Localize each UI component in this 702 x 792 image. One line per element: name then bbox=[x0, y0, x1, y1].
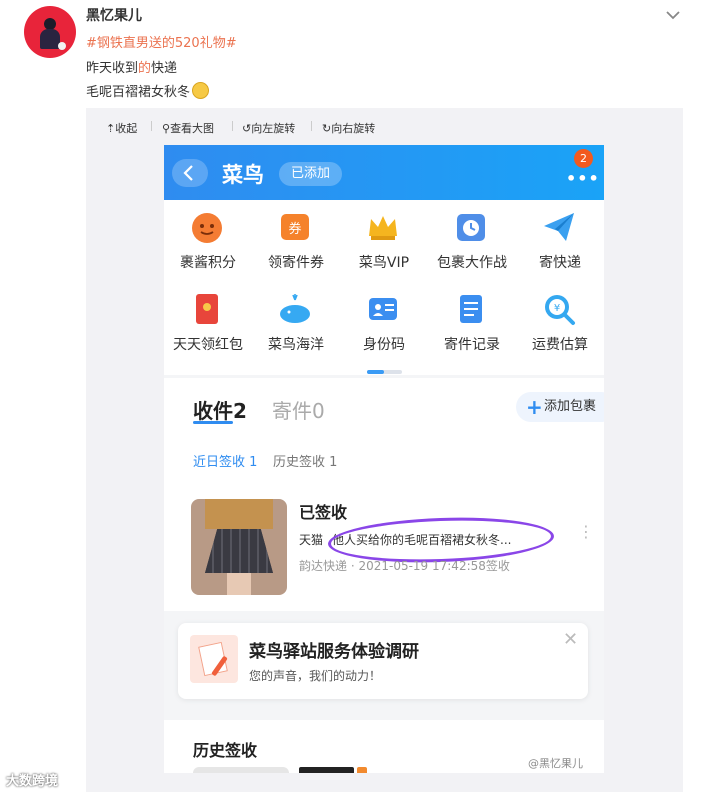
feature-label: 天天领红包 bbox=[173, 337, 243, 353]
collapse-button[interactable]: ⇡收起 bbox=[106, 120, 137, 136]
weibo-post: 黑忆果儿 #钢铁直男送的520礼物# 昨天收到的快递 毛呢百褶裙女秋冬 ⇡收起 … bbox=[0, 0, 702, 792]
post-text-line: 昨天收到的快递 bbox=[86, 57, 177, 76]
view-large-label: 查看大图 bbox=[170, 122, 215, 135]
feature-label: 领寄件券 bbox=[268, 255, 324, 271]
smiley-orange-icon bbox=[190, 210, 224, 244]
rotate-left-label: 向左旋转 bbox=[251, 122, 296, 135]
survey-subtitle: 您的声音，我们的动力！ bbox=[249, 669, 382, 683]
survey-title: 菜鸟驿站服务体验调研 bbox=[249, 642, 419, 662]
magnifier-icon: ⚲ bbox=[162, 122, 171, 135]
package-tabs: 收件2 寄件0 + 添加包裹 近日签收 1 历史签收 1 bbox=[164, 378, 604, 473]
image-toolbar: ⇡收起 ⚲查看大图 ↺向左旋转 ↻向右旋转 bbox=[86, 108, 683, 144]
added-badge[interactable]: 已添加 bbox=[279, 162, 342, 186]
avatar-ball bbox=[58, 42, 66, 50]
chevron-left-icon bbox=[183, 165, 193, 181]
tab-active-underline bbox=[193, 421, 233, 424]
toolbar-divider bbox=[311, 121, 312, 131]
add-package-button[interactable]: + 添加包裹 bbox=[516, 392, 604, 422]
svg-text:¥: ¥ bbox=[554, 303, 560, 314]
kebab-menu-icon[interactable]: ⋮ bbox=[578, 524, 594, 540]
feature-label: 运费估算 bbox=[532, 337, 588, 353]
feature-label: 寄快递 bbox=[539, 255, 581, 271]
package-carrier: 韵达快递 · 2021-05-19 17:42:58签收 bbox=[299, 559, 510, 573]
app-title: 菜鸟 bbox=[222, 163, 264, 187]
feature-label: 裹酱积分 bbox=[180, 255, 236, 271]
post-text-highlight: 的 bbox=[138, 61, 152, 76]
survey-card[interactable]: 菜鸟驿站服务体验调研 您的声音，我们的动力！ ✕ bbox=[178, 623, 588, 699]
coupon-icon: 券 bbox=[278, 210, 312, 244]
svg-text:券: 券 bbox=[288, 221, 301, 237]
crown-icon bbox=[366, 210, 400, 244]
clock-box-icon bbox=[454, 210, 488, 244]
history-thumbnail bbox=[193, 767, 289, 773]
tab-receive[interactable]: 收件2 bbox=[193, 395, 247, 424]
rotate-right-label: 向右旋转 bbox=[331, 122, 376, 135]
history-item-badge bbox=[357, 767, 367, 773]
toolbar-divider bbox=[232, 121, 233, 131]
history-title: 历史签收 bbox=[193, 741, 258, 760]
rotate-right-icon: ↻ bbox=[322, 122, 332, 135]
chevron-down-icon[interactable] bbox=[664, 6, 682, 24]
page-indicator-active bbox=[367, 370, 384, 374]
record-list-icon bbox=[454, 292, 488, 326]
watermark-author: @黑忆果儿 bbox=[528, 757, 583, 770]
notification-badge: 2 bbox=[574, 149, 593, 168]
add-package-label: 添加包裹 bbox=[544, 399, 597, 414]
package-shop: 天猫 bbox=[299, 533, 324, 547]
rotate-left-icon: ↺ bbox=[242, 122, 252, 135]
package-card[interactable]: 已签收 天猫 他人买给你的毛呢百褶裙女秋冬... 韵达快递 · 2021-05-… bbox=[164, 473, 604, 611]
feature-label: 寄件记录 bbox=[444, 337, 500, 353]
post-text-part: 昨天收到 bbox=[86, 61, 139, 76]
rotate-left-button[interactable]: ↺向左旋转 bbox=[242, 120, 295, 136]
feature-label: 身份码 bbox=[363, 337, 405, 353]
collapse-label: 收起 bbox=[115, 122, 138, 135]
plus-icon: + bbox=[526, 395, 543, 419]
subtab-history[interactable]: 历史签收 1 bbox=[273, 451, 337, 470]
back-button[interactable] bbox=[172, 159, 208, 187]
app-header: 菜鸟 已添加 ••• 2 bbox=[164, 145, 604, 200]
post-text-line: 毛呢百褶裙女秋冬 bbox=[86, 81, 210, 100]
avatar[interactable] bbox=[24, 6, 76, 58]
id-card-icon bbox=[366, 292, 400, 326]
feature-label: 菜鸟VIP bbox=[358, 255, 410, 271]
view-large-button[interactable]: ⚲查看大图 bbox=[162, 120, 214, 136]
post-topic-line: #钢铁直男送的520礼物# bbox=[86, 32, 237, 51]
survey-paper-icon bbox=[190, 635, 238, 683]
history-item-text bbox=[299, 767, 354, 773]
more-menu-icon[interactable]: ••• bbox=[566, 169, 600, 188]
feature-label: 包裹大作战 bbox=[437, 255, 507, 271]
product-skirt bbox=[205, 529, 273, 573]
watermark-brand: 大数跨境 bbox=[6, 774, 59, 789]
product-shirt bbox=[205, 499, 273, 529]
product-thumbnail bbox=[191, 499, 287, 595]
yuan-search-icon: ¥ bbox=[542, 292, 576, 326]
whale-icon bbox=[278, 292, 312, 326]
author-name[interactable]: 黑忆果儿 bbox=[86, 5, 142, 25]
feature-label: 菜鸟海洋 bbox=[268, 337, 324, 353]
post-text-part: 毛呢百褶裙女秋冬 bbox=[86, 85, 191, 100]
laugh-emoji-icon bbox=[192, 82, 210, 99]
rotate-right-button[interactable]: ↻向右旋转 bbox=[322, 120, 375, 136]
topic-link[interactable]: #钢铁直男送的520礼物# bbox=[86, 36, 237, 51]
package-status: 已签收 bbox=[299, 503, 348, 522]
cainiao-screenshot: 菜鸟 已添加 ••• 2 裹酱积分 券领寄件券 菜鸟VIP 包裹大作战 寄快递天天领红包… bbox=[164, 145, 604, 773]
post-text-part: 快递 bbox=[151, 61, 178, 76]
tab-send[interactable]: 寄件0 bbox=[272, 395, 325, 424]
red-envelope-icon bbox=[190, 292, 224, 326]
close-icon[interactable]: ✕ bbox=[563, 629, 578, 650]
avatar-figure-body bbox=[40, 29, 60, 49]
subtab-recent[interactable]: 近日签收 1 bbox=[193, 451, 257, 470]
product-legs bbox=[227, 573, 251, 595]
paper-plane-icon bbox=[542, 210, 576, 244]
toolbar-divider bbox=[151, 121, 152, 131]
feature-grid: 裹酱积分 券领寄件券 菜鸟VIP 包裹大作战 寄快递天天领红包 菜鸟海洋 身份码 寄件记录 ¥ 运… bbox=[164, 200, 604, 375]
